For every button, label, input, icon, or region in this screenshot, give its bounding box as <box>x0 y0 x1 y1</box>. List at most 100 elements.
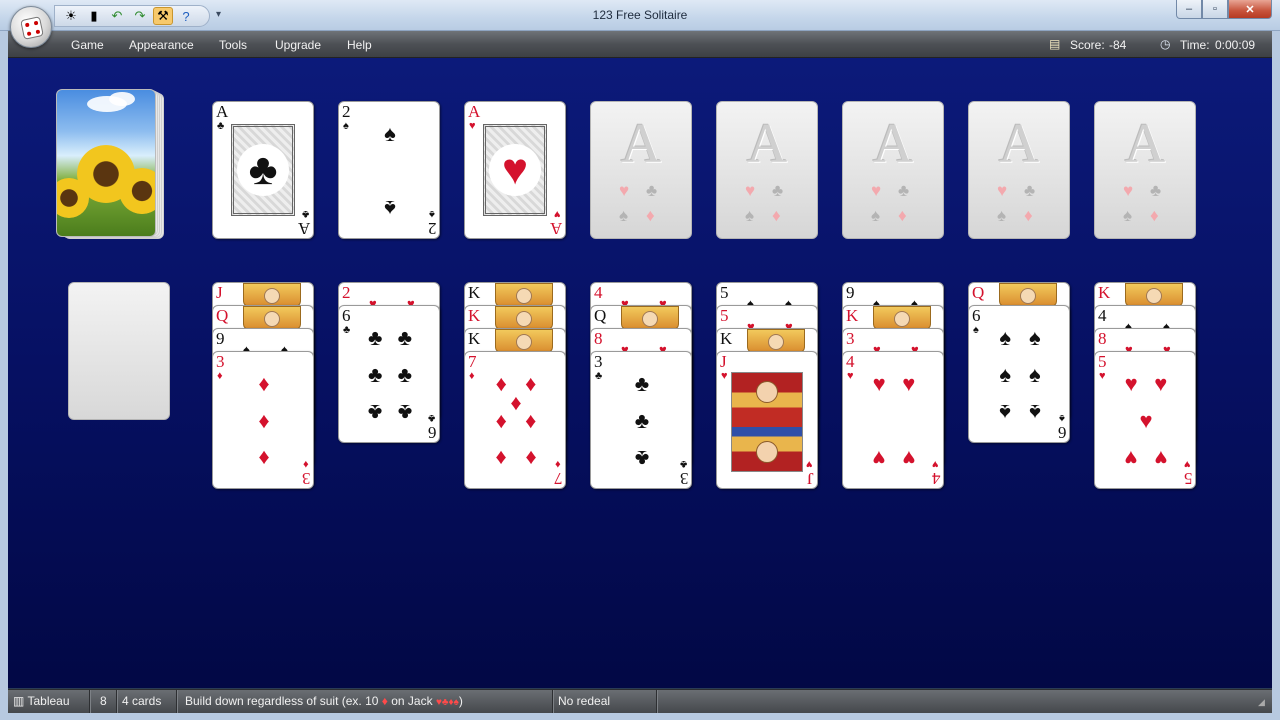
card-suit-bottom-icon: ♦ <box>555 458 561 470</box>
card-rank: 4 <box>594 283 603 302</box>
resize-grip-icon[interactable]: ◢ <box>1258 697 1270 709</box>
minimize-button[interactable]: – <box>1176 0 1202 19</box>
tableau-card-top[interactable]: J ♥ J ♥ <box>716 351 818 489</box>
tableau-card-top[interactable]: 5 ♥ 5 ♥ ♥ ♥ ♥ ♥ ♥ <box>1094 351 1196 489</box>
court-portrait <box>873 306 931 330</box>
card-rank-bottom: 7 <box>553 469 563 488</box>
window-title: 123 Free Solitaire <box>592 8 688 22</box>
card-suit-icon: ♣ <box>343 324 351 336</box>
court-portrait <box>621 306 679 330</box>
rule-suffix: ) <box>458 694 463 708</box>
foundation-ace-placeholder: A <box>998 113 1040 175</box>
window-frame-right <box>1272 31 1280 713</box>
card-rank: 8 <box>1098 329 1107 348</box>
card-rank: 5 <box>720 283 729 302</box>
card-pip-icon: ♠ <box>384 195 396 221</box>
foundation-ace-placeholder: A <box>746 113 788 175</box>
menu-help[interactable]: Help <box>347 38 372 52</box>
tableau-icon: ▥ <box>13 694 25 708</box>
foundation-pile-empty[interactable]: A ♥ ♣ ♠ ♦ <box>1094 101 1196 239</box>
ace-frame: ♣ <box>231 124 295 216</box>
close-button[interactable]: ✕ <box>1228 0 1272 19</box>
jack-portrait <box>731 372 803 472</box>
card-a-clubs[interactable]: A ♣ A ♣ ♣ <box>212 101 314 239</box>
app-menu-orb-icon[interactable] <box>10 6 52 48</box>
foundation-suit-icon: ♥ <box>871 181 882 200</box>
card-pip-icon: ♥ <box>1124 371 1138 397</box>
time-value: 0:00:09 <box>1215 38 1256 52</box>
card-suit-bottom-icon: ♠ <box>1059 412 1065 424</box>
foundation-suit-icon: ♥ <box>745 181 756 200</box>
tableau-card-top[interactable]: 3 ♦ 3 ♦ ♦ ♦ ♦ <box>212 351 314 489</box>
card-pip-icon: ♣ <box>397 325 413 351</box>
tableau-card-top[interactable]: 7 ♦ 7 ♦ ♦ ♦ ♦ ♦ ♦ ♦ ♦ <box>464 351 566 489</box>
score-label: Score: <box>1070 38 1105 52</box>
card-rank-bottom: 3 <box>679 469 689 488</box>
card-rank: 2 <box>342 102 351 121</box>
card-rank-bottom: 6 <box>427 423 437 442</box>
status-area: ▥ Tableau <box>8 690 90 714</box>
card-pip-icon: ♥ <box>872 371 886 397</box>
card-suit-bottom-icon: ♥ <box>806 458 813 470</box>
card-back-sunflowers[interactable] <box>56 89 156 237</box>
rule-diamond-icon: ♦ <box>381 694 388 708</box>
card-pip-icon: ♦ <box>525 408 537 433</box>
card-pip-icon: ♠ <box>1028 325 1041 351</box>
card-suit-icon: ♠ <box>343 120 349 132</box>
tableau-card-top[interactable]: 4 ♥ 4 ♥ ♥ ♥ ♥ ♥ <box>842 351 944 489</box>
card-rank: Q <box>216 306 229 325</box>
card-pip-icon: ♠ <box>384 121 396 147</box>
card-rank: K <box>720 329 733 348</box>
card-pip-icon: ♣ <box>397 362 413 387</box>
card-pip-icon: ♠ <box>1028 399 1041 425</box>
menu-tools[interactable]: Tools <box>219 38 247 52</box>
court-portrait <box>243 283 301 307</box>
foundation-ace-placeholder: A <box>620 113 662 175</box>
card-pip-icon: ♠ <box>999 362 1012 387</box>
menu-game[interactable]: Game <box>71 38 104 52</box>
foundation-pile-empty[interactable]: A ♥ ♣ ♠ ♦ <box>842 101 944 239</box>
menu-upgrade[interactable]: Upgrade <box>275 38 321 52</box>
foundation-pile-empty[interactable]: A ♥ ♣ ♠ ♦ <box>968 101 1070 239</box>
card-pip-icon: ♣ <box>634 371 650 397</box>
tableau-card-top[interactable]: 3 ♣ 3 ♣ ♣ ♣ ♣ <box>590 351 692 489</box>
card-rank: J <box>216 283 223 302</box>
card-suit-icon: ♦ <box>469 370 475 382</box>
foundation-suit-icon: ♦ <box>898 206 907 225</box>
tableau-card-top[interactable]: 6 ♣ 6 ♣ ♣ ♣ ♣ ♣ ♣ ♣ <box>338 305 440 443</box>
card-suit-bottom-icon: ♥ <box>932 458 939 470</box>
card-pip-icon: ♠ <box>1028 362 1041 387</box>
score-icon: ▤ <box>1049 37 1061 51</box>
foundation-pile-empty[interactable]: A ♥ ♣ ♠ ♦ <box>716 101 818 239</box>
tableau-card-top[interactable]: 6 ♠ 6 ♠ ♠ ♠ ♠ ♠ ♠ ♠ <box>968 305 1070 443</box>
card-a-hearts[interactable]: A ♥ A ♥ ♥ <box>464 101 566 239</box>
card-rank: J <box>720 352 727 371</box>
menu-bar: Game Appearance Tools Upgrade Help ▤ Sco… <box>8 31 1272 58</box>
waste-pile-empty[interactable] <box>68 282 170 420</box>
card-rank: 6 <box>972 306 981 325</box>
status-bar: ▥ Tableau 8 4 cards Build down regardles… <box>8 689 1272 714</box>
menu-appearance[interactable]: Appearance <box>129 38 194 52</box>
foundation-suit-icon: ♣ <box>1150 181 1162 200</box>
maximize-button[interactable]: ▫ <box>1202 0 1228 19</box>
card-pip-icon: ♦ <box>510 389 522 415</box>
stock-pile[interactable] <box>56 89 164 239</box>
card-rank: 2 <box>342 283 351 302</box>
card-2-spades[interactable]: 2 ♠ 2 ♠ ♠ ♠ <box>338 101 440 239</box>
card-pip-icon: ♦ <box>495 408 507 433</box>
foundation-ace-placeholder: A <box>1124 113 1166 175</box>
card-rank: 7 <box>468 352 477 371</box>
card-rank: A <box>216 102 229 121</box>
card-rank: 3 <box>216 352 225 371</box>
card-rank: Q <box>972 283 985 302</box>
card-rank: K <box>468 283 481 302</box>
card-rank-bottom: 2 <box>427 219 437 238</box>
foundation-suit-icon: ♠ <box>871 206 881 225</box>
card-rank-bottom: J <box>807 469 814 488</box>
card-suit-icon: ♥ <box>847 370 854 382</box>
card-rank-bottom: 4 <box>931 469 941 488</box>
foundation-suit-icon: ♥ <box>1123 181 1134 200</box>
court-portrait <box>495 283 553 307</box>
card-pip-icon: ♠ <box>999 325 1012 351</box>
foundation-pile-empty[interactable]: A ♥ ♣ ♠ ♦ <box>590 101 692 239</box>
